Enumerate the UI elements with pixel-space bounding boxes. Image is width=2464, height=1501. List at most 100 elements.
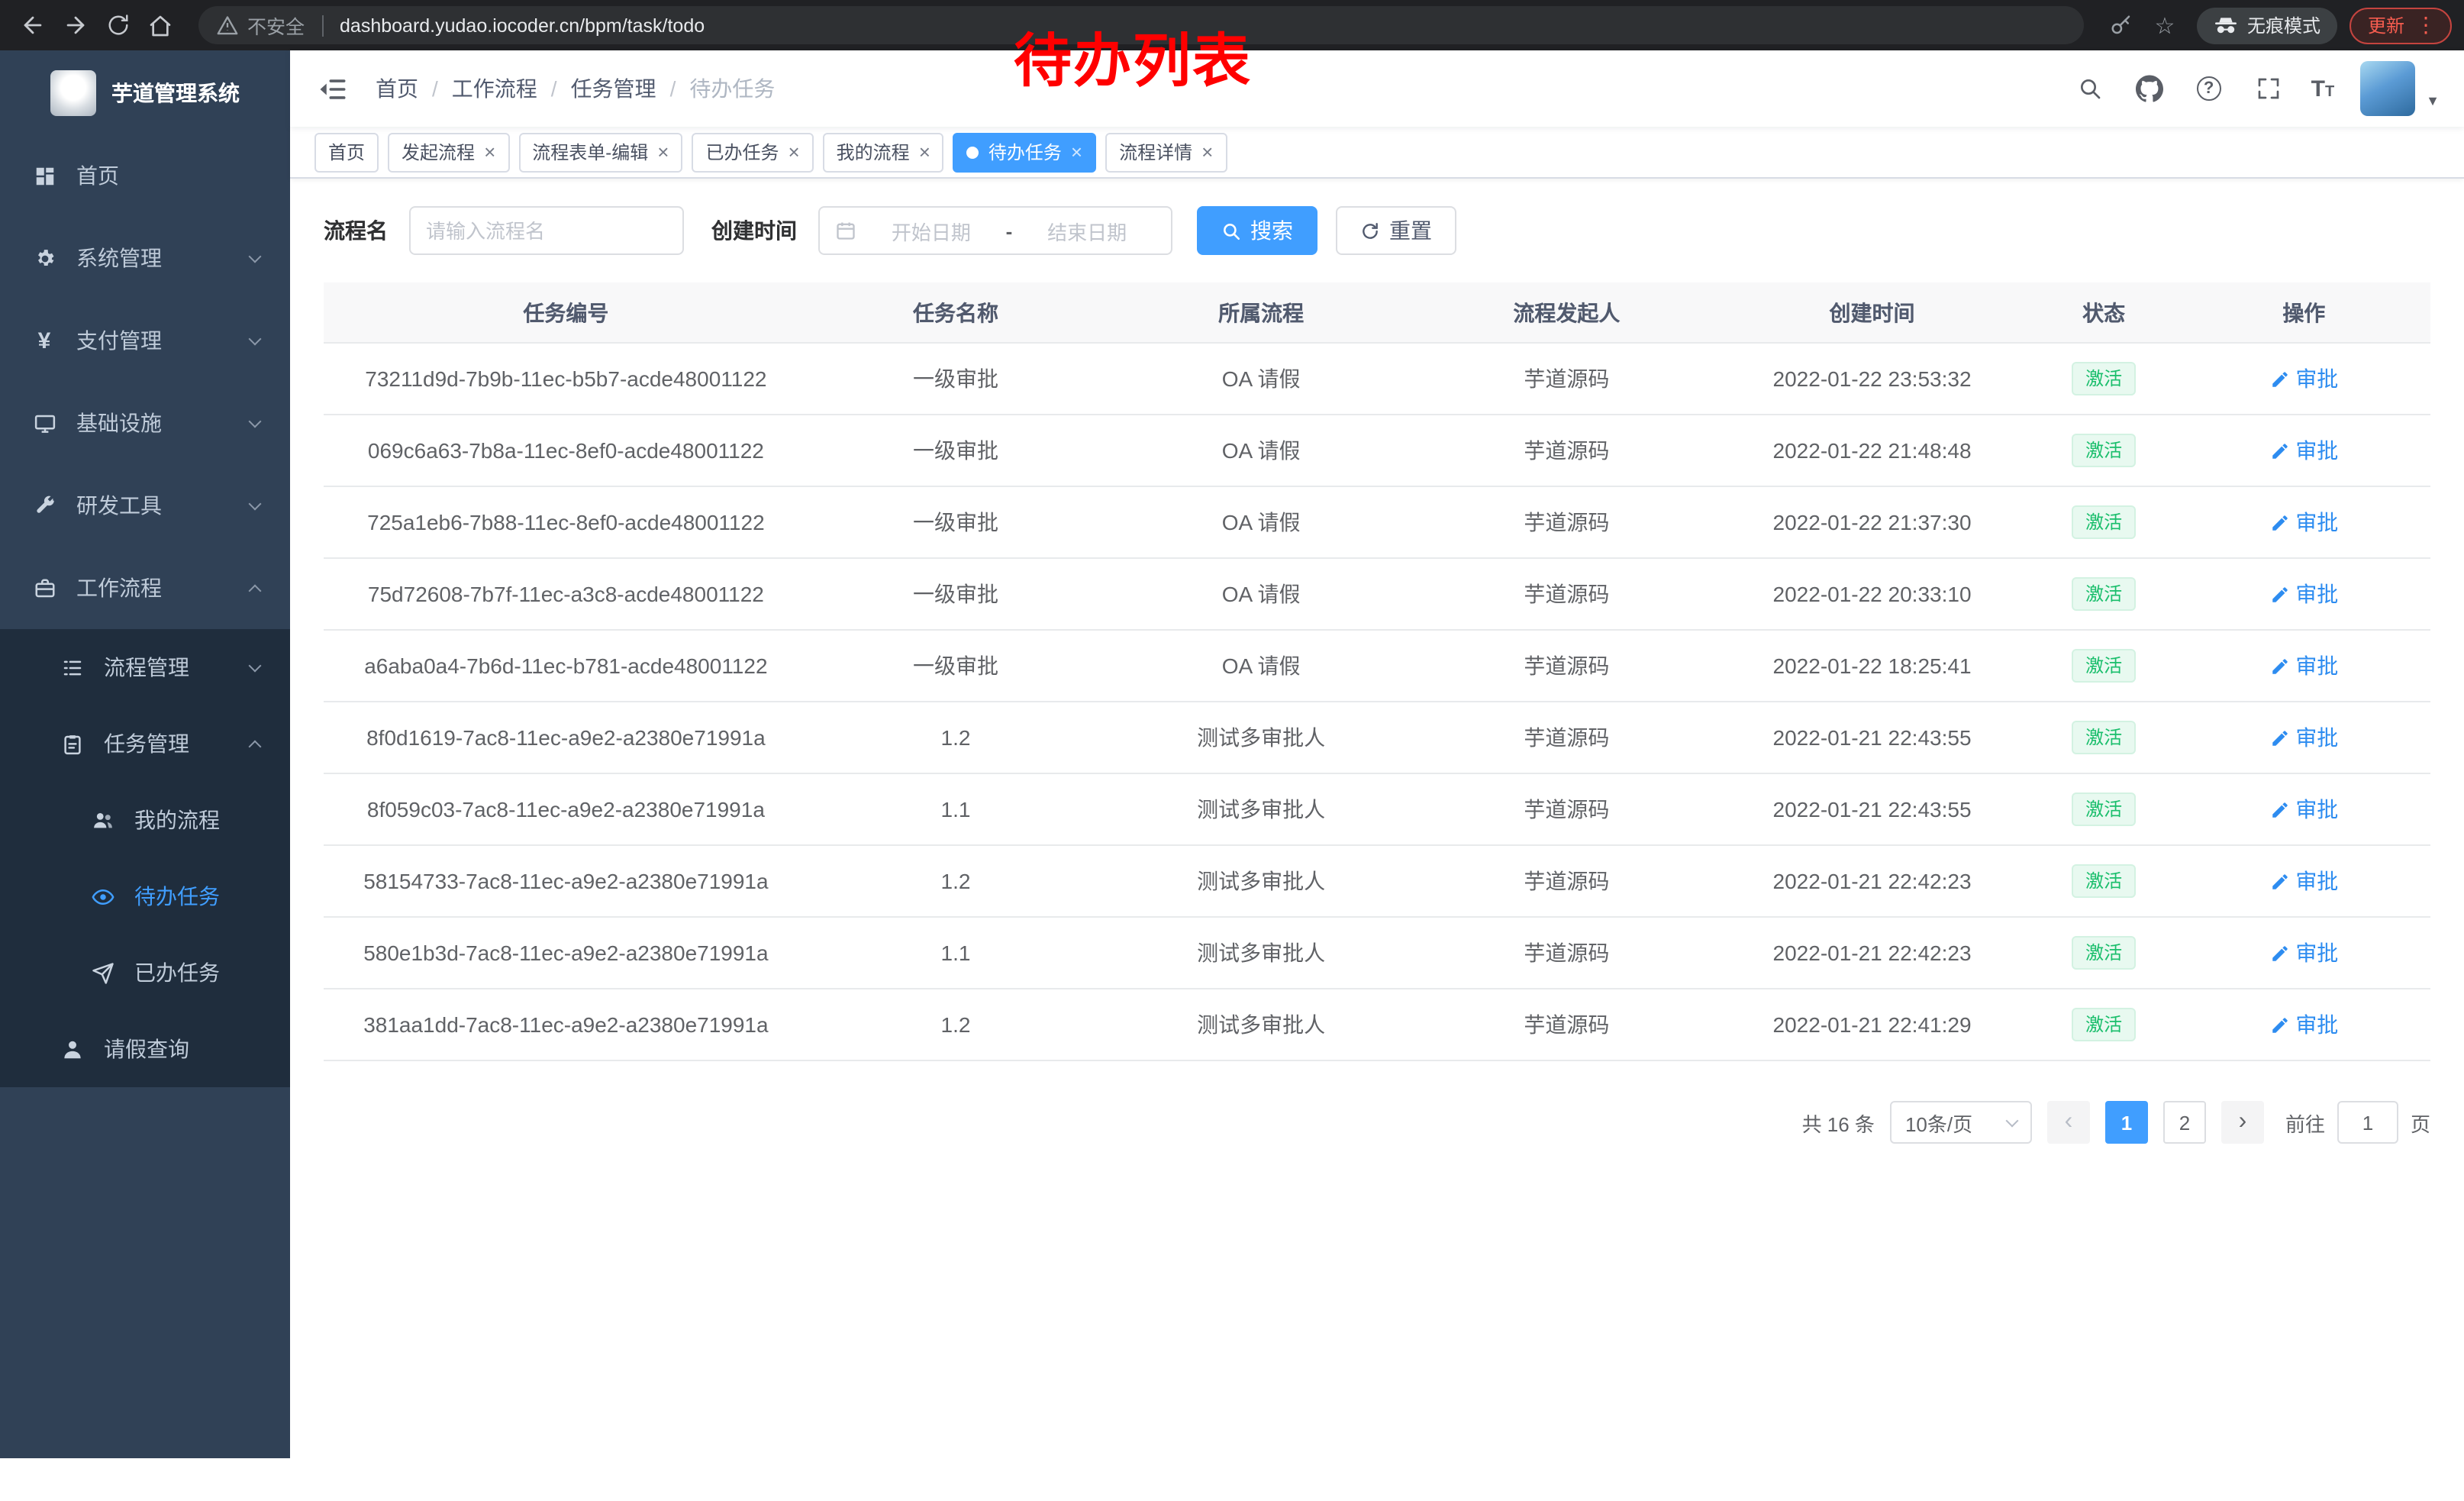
fullscreen-icon[interactable] xyxy=(2252,72,2285,105)
sidebar-item-home[interactable]: 首页 xyxy=(0,134,290,217)
chevron-down-icon xyxy=(2005,1115,2018,1128)
page-size-select[interactable]: 10条/页 xyxy=(1890,1101,2032,1144)
incognito-badge: 无痕模式 xyxy=(2197,7,2337,44)
goto-label: 前往 xyxy=(2285,1108,2325,1137)
table-row: 580e1b3d-7ac8-11ec-a9e2-a2380e71991a 1.1… xyxy=(324,918,2430,989)
dashboard-icon xyxy=(31,164,58,187)
approve-link[interactable]: 审批 xyxy=(2269,363,2338,394)
tag-tab-form-edit[interactable]: 流程表单-编辑 × xyxy=(518,132,682,172)
create-time-cell: 2022-01-21 22:43:55 xyxy=(1714,725,2030,750)
close-icon[interactable]: × xyxy=(484,142,495,162)
tag-tab-start-process[interactable]: 发起流程 × xyxy=(388,132,509,172)
task-id-cell: 381aa1dd-7ac8-11ec-a9e2-a2380e71991a xyxy=(324,1012,808,1037)
action-cell: 审批 xyxy=(2178,507,2430,537)
url-divider xyxy=(321,15,323,36)
page-button-2[interactable]: 2 xyxy=(2163,1101,2206,1144)
approve-link[interactable]: 审批 xyxy=(2269,794,2338,825)
breadcrumb-home[interactable]: 首页 xyxy=(376,73,418,104)
close-icon[interactable]: × xyxy=(919,142,930,162)
task-id-cell: 8f059c03-7ac8-11ec-a9e2-a2380e71991a xyxy=(324,797,808,822)
page-button-1[interactable]: 1 xyxy=(2105,1101,2148,1144)
font-size-icon[interactable]: TT xyxy=(2311,76,2335,102)
approve-link[interactable]: 审批 xyxy=(2269,435,2338,466)
approve-link-label: 审批 xyxy=(2295,794,2338,825)
monitor-icon xyxy=(31,412,58,434)
avatar-caret-icon[interactable]: ▼ xyxy=(2426,93,2440,108)
tag-tab-home[interactable]: 首页 xyxy=(314,132,379,172)
github-icon[interactable] xyxy=(2133,72,2166,105)
reset-button[interactable]: 重置 xyxy=(1336,206,1456,255)
approve-link[interactable]: 审批 xyxy=(2269,866,2338,896)
top-navbar: 首页 / 工作流程 / 任务管理 / 待办任务 ? TT ▼ xyxy=(290,50,2464,127)
breadcrumb-workflow[interactable]: 工作流程 xyxy=(452,73,537,104)
status-cell: 激活 xyxy=(2030,576,2178,612)
tag-tab-my-process[interactable]: 我的流程 × xyxy=(823,132,944,172)
sidebar: 芋道管理系统 首页 系统管理 ¥ 支付管理 xyxy=(0,50,290,1458)
status-badge: 激活 xyxy=(2072,648,2136,683)
help-icon[interactable]: ? xyxy=(2192,72,2226,105)
refresh-button[interactable] xyxy=(98,5,137,45)
table-row: 58154733-7ac8-11ec-a9e2-a2380e71991a 1.2… xyxy=(324,846,2430,918)
bookmark-star-icon[interactable]: ☆ xyxy=(2145,5,2185,45)
search-icon[interactable] xyxy=(2073,72,2107,105)
user-avatar[interactable] xyxy=(2360,61,2415,116)
approve-link[interactable]: 审批 xyxy=(2269,579,2338,609)
address-bar[interactable]: 不安全 dashboard.yudao.iocoder.cn/bpm/task/… xyxy=(198,6,2084,44)
approve-link-label: 审批 xyxy=(2295,938,2338,968)
back-button[interactable] xyxy=(12,5,52,45)
sidebar-item-process-mgmt[interactable]: 流程管理 xyxy=(0,629,290,705)
app-logo-image xyxy=(50,69,96,115)
close-icon[interactable]: × xyxy=(1201,142,1213,162)
approve-link-label: 审批 xyxy=(2295,435,2338,466)
browser-window: 不安全 dashboard.yudao.iocoder.cn/bpm/task/… xyxy=(0,0,2464,1501)
total-count: 共 16 条 xyxy=(1802,1108,1875,1137)
initiator-cell: 芋道源码 xyxy=(1419,435,1714,466)
close-icon[interactable]: × xyxy=(788,142,799,162)
briefcase-icon xyxy=(31,576,58,599)
next-page-button[interactable]: › xyxy=(2221,1101,2264,1144)
update-button[interactable]: 更新 ⋮ xyxy=(2350,7,2452,44)
sidebar-toggle-icon[interactable] xyxy=(314,70,351,107)
sidebar-item-payment[interactable]: ¥ 支付管理 xyxy=(0,299,290,382)
approve-link[interactable]: 审批 xyxy=(2269,507,2338,537)
sidebar-item-todo-task[interactable]: 待办任务 xyxy=(0,858,290,934)
sidebar-item-task-mgmt[interactable]: 任务管理 xyxy=(0,705,290,782)
approve-link-label: 审批 xyxy=(2295,866,2338,896)
tag-tab-todo-task[interactable]: 待办任务 × xyxy=(953,132,1096,172)
sidebar-item-infra[interactable]: 基础设施 xyxy=(0,382,290,464)
approve-link[interactable]: 审批 xyxy=(2269,938,2338,968)
sidebar-item-leave-query[interactable]: 请假查询 xyxy=(0,1011,290,1087)
sidebar-item-devtools[interactable]: 研发工具 xyxy=(0,464,290,547)
approve-link[interactable]: 审批 xyxy=(2269,722,2338,753)
prev-page-button[interactable]: ‹ xyxy=(2047,1101,2090,1144)
date-range-picker[interactable]: 开始日期 - 结束日期 xyxy=(818,206,1172,255)
process-name-input[interactable] xyxy=(409,206,684,255)
approve-link[interactable]: 审批 xyxy=(2269,650,2338,681)
home-button[interactable] xyxy=(140,5,180,45)
action-cell: 审批 xyxy=(2178,794,2430,825)
approve-link[interactable]: 审批 xyxy=(2269,1009,2338,1040)
close-icon[interactable]: × xyxy=(1071,142,1082,162)
sidebar-item-label: 任务管理 xyxy=(104,728,250,759)
forward-button[interactable] xyxy=(55,5,95,45)
search-button[interactable]: 搜索 xyxy=(1197,206,1317,255)
password-key-icon[interactable] xyxy=(2102,5,2142,45)
task-id-cell: 8f0d1619-7ac8-11ec-a9e2-a2380e71991a xyxy=(324,725,808,750)
workflow-submenu: 流程管理 任务管理 我的流程 待办任务 xyxy=(0,629,290,1087)
search-button-label: 搜索 xyxy=(1250,215,1293,246)
sidebar-item-workflow[interactable]: 工作流程 xyxy=(0,547,290,629)
edit-icon xyxy=(2269,369,2289,389)
security-label: 不安全 xyxy=(247,11,305,40)
close-icon[interactable]: × xyxy=(657,142,669,162)
sidebar-item-my-process[interactable]: 我的流程 xyxy=(0,782,290,858)
goto-page-input[interactable] xyxy=(2337,1101,2398,1144)
sidebar-item-system[interactable]: 系统管理 xyxy=(0,217,290,299)
status-badge: 激活 xyxy=(2072,1007,2136,1042)
breadcrumb-task-mgmt[interactable]: 任务管理 xyxy=(571,73,656,104)
menu-kebab-icon[interactable]: ⋮ xyxy=(2408,12,2444,38)
sidebar-item-done-task[interactable]: 已办任务 xyxy=(0,934,290,1011)
tag-tab-process-detail[interactable]: 流程详情 × xyxy=(1105,132,1227,172)
status-badge: 激活 xyxy=(2072,505,2136,540)
tag-tab-done-task[interactable]: 已办任务 × xyxy=(692,132,813,172)
table-header: 流程发起人 xyxy=(1419,297,1714,328)
